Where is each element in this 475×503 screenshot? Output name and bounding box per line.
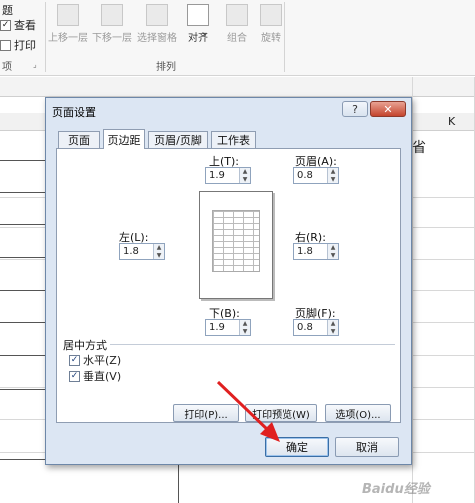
- show-group-title: 题: [2, 4, 13, 17]
- bottom-margin-value: 1.9: [209, 322, 225, 333]
- help-button[interactable]: ?: [342, 101, 368, 117]
- options-button[interactable]: 选项(O)...: [325, 404, 391, 422]
- checkbox-box: [0, 39, 11, 51]
- tab-page[interactable]: 页面: [58, 131, 100, 148]
- watermark: Baidu经验: [362, 482, 430, 497]
- bring-forward-icon: [57, 4, 79, 26]
- spinner-arrows: ▲ ▼: [239, 320, 250, 335]
- table-border: [0, 322, 45, 323]
- preview-grid: [212, 210, 260, 272]
- page-preview: [199, 191, 273, 299]
- spin-down-icon[interactable]: ▼: [328, 251, 338, 259]
- table-border: [0, 160, 45, 161]
- arrow-shaft: [216, 380, 272, 434]
- right-margin-spinner[interactable]: 1.8 ▲ ▼: [293, 243, 339, 260]
- right-margin-value: 1.8: [297, 246, 313, 257]
- spin-up-icon[interactable]: ▲: [240, 168, 250, 176]
- print-checkbox[interactable]: 打印: [0, 37, 36, 53]
- tab-margins[interactable]: 页边距: [103, 129, 145, 149]
- spin-up-icon[interactable]: ▲: [328, 168, 338, 176]
- view-checkbox[interactable]: ✓ 查看: [0, 17, 36, 33]
- spinner-arrows: ▲ ▼: [239, 168, 250, 183]
- spinner-arrows: ▲ ▼: [327, 244, 338, 259]
- dialog-titlebar[interactable]: 页面设置 ? ✕: [46, 98, 411, 122]
- table-border: [0, 290, 45, 291]
- table-border: [0, 389, 45, 390]
- arrange-group-label: 排列: [156, 62, 176, 73]
- red-arrow-annotation: [216, 380, 280, 442]
- align-dropdown-icon[interactable]: ▾: [203, 30, 207, 39]
- check-icon: ✓: [69, 370, 80, 382]
- table-border: [178, 459, 179, 503]
- rotate-button[interactable]: 旋转: [260, 4, 282, 44]
- column-header-k[interactable]: K: [448, 115, 455, 128]
- bring-forward-label: 上移一层: [48, 33, 88, 44]
- spin-up-icon[interactable]: ▲: [154, 244, 164, 252]
- divider: [65, 344, 395, 345]
- left-margin-spinner[interactable]: 1.8 ▲ ▼: [119, 243, 165, 260]
- print-label: 打印: [14, 39, 36, 52]
- spinner-arrows: ▲ ▼: [327, 320, 338, 335]
- spin-down-icon[interactable]: ▼: [240, 327, 250, 335]
- bottom-margin-spinner[interactable]: 1.9 ▲ ▼: [205, 319, 251, 336]
- ribbon: 题 ✓ 查看 打印 项 ⌟ 上移一层 下移一层 选择窗格 对齐 ▾ 组合 旋转 排…: [0, 0, 475, 76]
- group-button[interactable]: 组合: [226, 4, 248, 44]
- spin-down-icon[interactable]: ▼: [154, 251, 164, 259]
- send-backward-button[interactable]: 下移一层: [92, 4, 132, 44]
- selection-pane-label: 选择窗格: [137, 33, 177, 44]
- rotate-label: 旋转: [261, 33, 281, 44]
- spin-down-icon[interactable]: ▼: [328, 327, 338, 335]
- spin-up-icon[interactable]: ▲: [328, 244, 338, 252]
- spin-up-icon[interactable]: ▲: [328, 320, 338, 328]
- help-icon: ?: [352, 102, 358, 116]
- check-icon: ✓: [0, 19, 11, 31]
- table-border: [0, 355, 45, 356]
- table-border: [0, 224, 45, 225]
- group-separator: [45, 2, 46, 72]
- selection-pane-button[interactable]: 选择窗格: [137, 4, 177, 44]
- center-vertically-label: 垂直(V): [83, 370, 122, 383]
- top-margin-spinner[interactable]: 1.9 ▲ ▼: [205, 167, 251, 184]
- selection-pane-icon: [146, 4, 168, 26]
- close-button[interactable]: ✕: [370, 101, 406, 117]
- tab-header-footer[interactable]: 页眉/页脚: [148, 131, 208, 148]
- align-icon: [187, 4, 209, 26]
- close-icon: ✕: [383, 102, 393, 116]
- top-margin-value: 1.9: [209, 170, 225, 181]
- rotate-icon: [260, 4, 282, 26]
- spin-down-icon[interactable]: ▼: [328, 175, 338, 183]
- cancel-button[interactable]: 取消: [335, 437, 399, 457]
- footer-margin-value: 0.8: [297, 322, 313, 333]
- bring-forward-button[interactable]: 上移一层: [48, 4, 88, 44]
- dialog-title: 页面设置: [52, 106, 96, 119]
- footer-margin-spinner[interactable]: 0.8 ▲ ▼: [293, 319, 339, 336]
- dialog-launcher-icon[interactable]: ⌟: [33, 60, 37, 69]
- spinner-arrows: ▲ ▼: [327, 168, 338, 183]
- group-icon: [226, 4, 248, 26]
- header-margin-spinner[interactable]: 0.8 ▲ ▼: [293, 167, 339, 184]
- spinner-arrows: ▲ ▼: [153, 244, 164, 259]
- group-label: 组合: [227, 33, 247, 44]
- show-group-label: 项: [2, 62, 12, 73]
- center-horizontally-checkbox[interactable]: ✓ 水平(Z): [69, 352, 121, 368]
- spin-up-icon[interactable]: ▲: [240, 320, 250, 328]
- check-icon: ✓: [69, 354, 80, 366]
- left-margin-value: 1.8: [123, 246, 139, 257]
- group-separator: [284, 2, 285, 72]
- center-on-page-title: 居中方式: [63, 337, 110, 353]
- tab-sheet[interactable]: 工作表: [211, 131, 256, 148]
- view-label: 查看: [14, 19, 36, 32]
- formula-bar-area: [0, 77, 475, 97]
- table-border: [0, 257, 45, 258]
- cell-text: 省: [412, 140, 426, 156]
- center-vertically-checkbox[interactable]: ✓ 垂直(V): [69, 368, 121, 384]
- send-backward-icon: [101, 4, 123, 26]
- header-margin-value: 0.8: [297, 170, 313, 181]
- table-border: [0, 192, 45, 193]
- spin-down-icon[interactable]: ▼: [240, 175, 250, 183]
- send-backward-label: 下移一层: [92, 33, 132, 44]
- center-horizontally-label: 水平(Z): [83, 354, 122, 367]
